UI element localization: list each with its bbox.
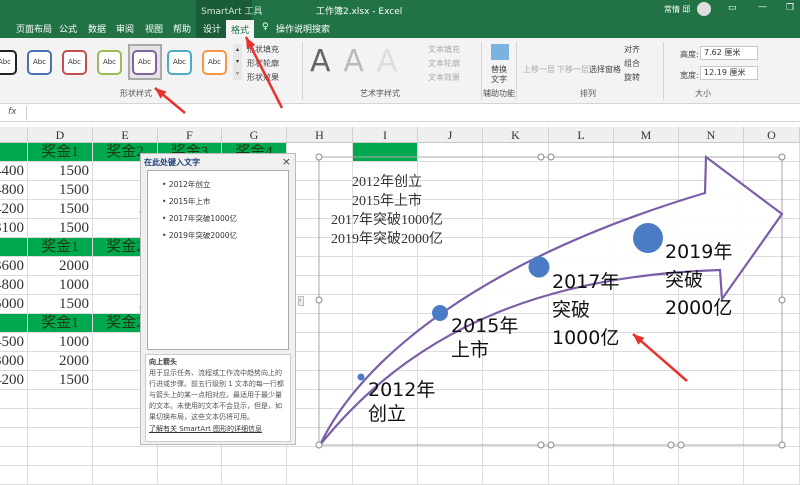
resize-handle[interactable] [315,441,323,449]
smartart-label-2012[interactable]: 2012年 创立 [368,378,435,426]
milestone-dot [432,305,448,321]
label-line: 突破 [552,299,591,321]
label-line: 上市 [451,339,490,361]
resize-handle[interactable] [677,441,685,449]
resize-handle[interactable] [778,441,786,449]
milestone-dot [528,256,550,278]
resize-handle[interactable] [315,153,323,161]
label-line: 突破 [665,269,704,291]
label-line: 创立 [368,403,407,425]
resize-handle[interactable] [778,153,786,161]
resize-handle[interactable] [547,153,555,161]
label-line: 2012年 [368,379,436,401]
resize-handle[interactable] [667,441,675,449]
resize-handle[interactable] [778,296,786,304]
label-line: 2015年 [451,315,519,337]
smartart-label-2015[interactable]: 2015年 上市 [451,314,518,362]
resize-handle[interactable] [547,441,555,449]
red-annotation-arrow [244,36,284,109]
milestone-dot [633,223,663,253]
milestone-dot [357,373,365,381]
label-line: 1000亿 [552,327,620,349]
resize-handle[interactable] [537,153,545,161]
smartart-label-2017[interactable]: 2017年突破 1000亿 [552,268,619,352]
resize-handle[interactable] [537,441,545,449]
label-line: 2017年 [552,271,620,293]
smartart-label-2019[interactable]: 2019年突破 2000亿 [665,238,732,322]
label-line: 2019年 [665,241,733,263]
resize-handle[interactable] [315,296,323,304]
label-line: 2000亿 [665,297,733,319]
